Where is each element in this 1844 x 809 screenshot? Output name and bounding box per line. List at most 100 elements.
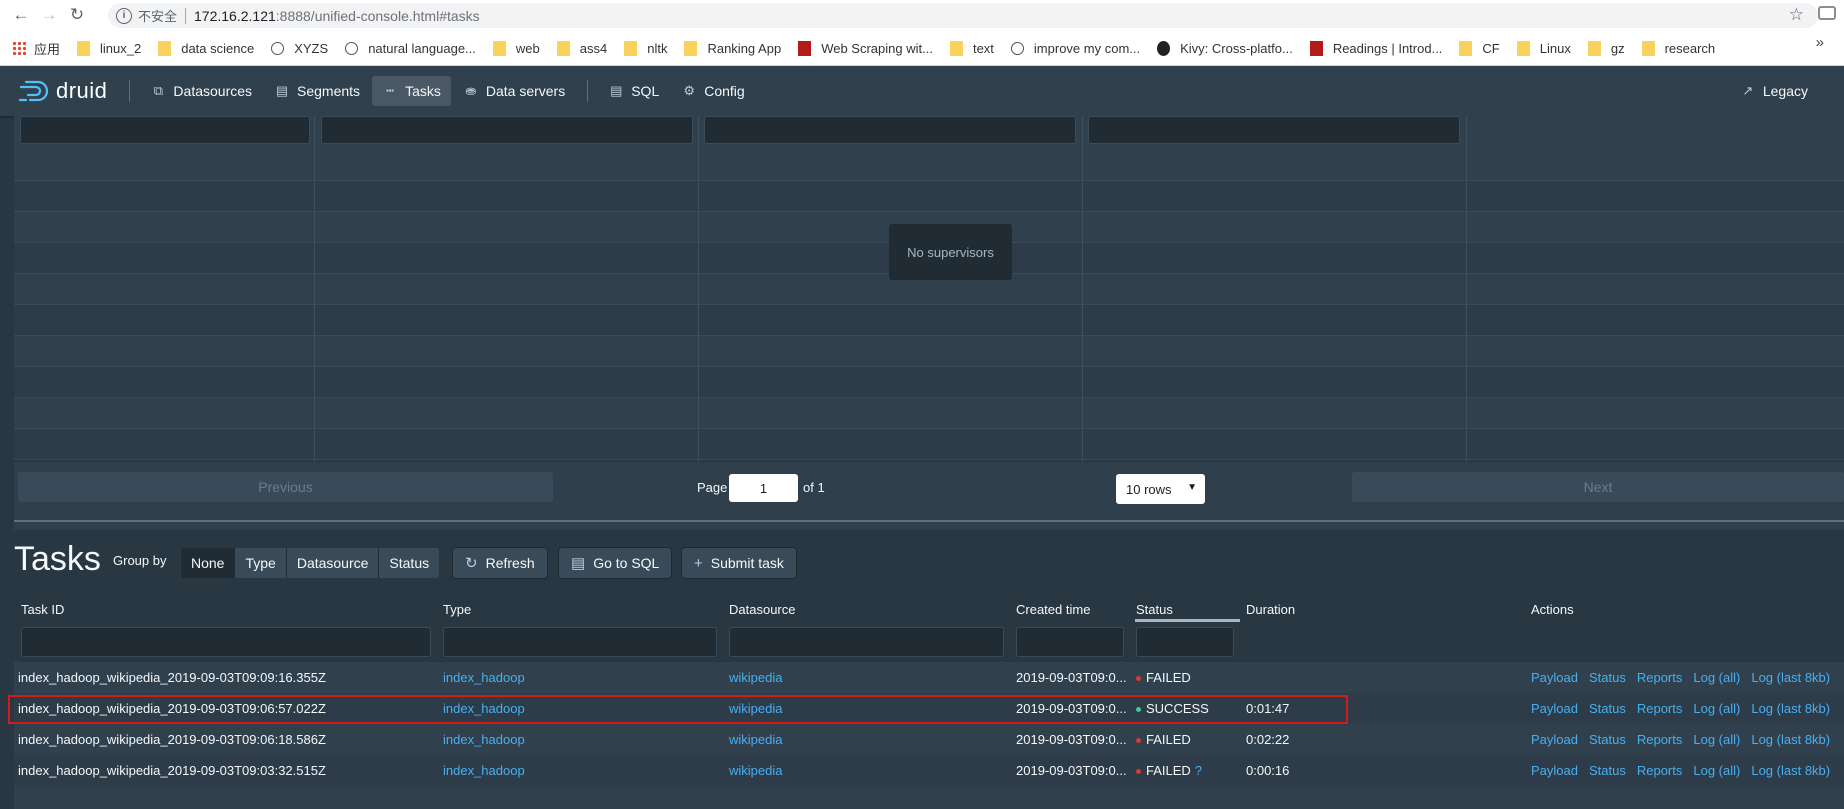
bookmark-item[interactable]: 应用 [12, 39, 60, 58]
bookmark-item[interactable]: XYZS [271, 41, 328, 56]
back-arrow-icon[interactable]: ← [8, 2, 34, 28]
more-bookmarks-icon[interactable]: » [1816, 34, 1824, 51]
datasource-link[interactable]: wikipedia [729, 763, 782, 778]
column-header-task-id[interactable]: Task ID [21, 602, 64, 617]
supervisors-table: No supervisors Previous Page 1 of 1 10 r… [14, 116, 1844, 530]
type-link[interactable]: index_hadoop [443, 732, 525, 747]
group-datasource-button[interactable]: Datasource [286, 548, 380, 578]
action-link[interactable]: Log (all) [1693, 670, 1740, 685]
task-id-cell: index_hadoop_wikipedia_2019-09-03T09:06:… [18, 732, 326, 747]
nav-config[interactable]: ⚙ Config [671, 76, 754, 106]
action-link[interactable]: Payload [1531, 670, 1578, 685]
help-icon[interactable]: ? [1195, 763, 1202, 778]
refresh-button[interactable]: ↻ Refresh [453, 548, 547, 578]
column-header-duration[interactable]: Duration [1246, 602, 1295, 617]
bookmark-item[interactable]: Kivy: Cross-platfo... [1157, 40, 1293, 56]
page-number-input[interactable]: 1 [729, 474, 798, 502]
bookmark-item[interactable]: gz [1587, 40, 1625, 56]
bookmark-item[interactable]: Web Scraping wit... [798, 40, 933, 56]
bookmark-item[interactable]: research [1641, 40, 1716, 56]
go-to-sql-button[interactable]: ▤ Go to SQL [559, 548, 672, 578]
bookmark-label: Kivy: Cross-platfo... [1180, 40, 1293, 56]
address-bar[interactable]: i 不安全 172.16.2.121:8888/unified-console.… [108, 3, 1818, 28]
action-link[interactable]: Log (last 8kb) [1751, 763, 1830, 778]
created-time-filter[interactable] [1016, 627, 1124, 657]
type-link[interactable]: index_hadoop [443, 763, 525, 778]
type-filter[interactable] [443, 627, 717, 657]
table-row[interactable]: index_hadoop_wikipedia_2019-09-03T09:06:… [14, 724, 1844, 755]
action-link[interactable]: Log (last 8kb) [1751, 670, 1830, 685]
bookmark-item[interactable]: data science [158, 40, 254, 56]
camera-icon[interactable] [1818, 6, 1836, 20]
external-link-icon: ↗ [1742, 83, 1754, 98]
bookmark-item[interactable]: Linux [1516, 40, 1571, 56]
datasource-filter[interactable] [729, 627, 1004, 657]
bookmark-item[interactable]: Readings | Introd... [1309, 40, 1442, 56]
bookmark-item[interactable]: nltk [624, 40, 667, 56]
group-status-button[interactable]: Status [379, 548, 440, 578]
action-link[interactable]: Log (all) [1693, 701, 1740, 716]
nav-datasources[interactable]: ⧉ Datasources [140, 76, 262, 106]
bookmark-label: research [1664, 40, 1716, 56]
column-header-created-time[interactable]: Created time [1016, 602, 1090, 617]
bookmarks-bar: 应用 linux_2 data science XYZS natural languag… [0, 31, 1844, 66]
supervisor-filter-input[interactable] [20, 116, 310, 144]
action-link[interactable]: Log (last 8kb) [1751, 701, 1830, 716]
previous-button[interactable]: Previous [18, 472, 553, 502]
splitter[interactable] [14, 520, 1844, 522]
nav-legacy[interactable]: ↗ Legacy [1730, 76, 1818, 106]
group-none-button[interactable]: None [181, 548, 236, 578]
action-link[interactable]: Status [1589, 732, 1626, 747]
action-link[interactable]: Payload [1531, 732, 1578, 747]
nav-segments[interactable]: ▤ Segments [264, 76, 370, 106]
bookmark-item[interactable]: text [949, 40, 994, 56]
forward-arrow-icon[interactable]: → [36, 2, 62, 28]
status-filter[interactable] [1136, 627, 1234, 657]
submit-task-button[interactable]: + Submit task [682, 548, 796, 578]
folder-icon [949, 40, 963, 56]
info-icon[interactable]: i [116, 7, 132, 24]
supervisor-filter-input[interactable] [1088, 116, 1460, 144]
table-row[interactable]: index_hadoop_wikipedia_2019-09-03T09:03:… [14, 755, 1844, 786]
bookmark-item[interactable]: improve my com... [1010, 41, 1140, 56]
column-header-status[interactable]: Status [1136, 602, 1173, 617]
action-link[interactable]: Payload [1531, 701, 1578, 716]
action-link[interactable]: Status [1589, 670, 1626, 685]
action-link[interactable]: Payload [1531, 763, 1578, 778]
action-link[interactable]: Status [1589, 701, 1626, 716]
table-row[interactable]: index_hadoop_wikipedia_2019-09-03T09:09:… [14, 662, 1844, 693]
nav-data-servers[interactable]: ⛂ Data servers [453, 76, 575, 106]
supervisor-filter-input[interactable] [321, 116, 693, 144]
action-link[interactable]: Status [1589, 763, 1626, 778]
action-link[interactable]: Reports [1637, 701, 1683, 716]
bookmark-item[interactable]: natural language... [345, 41, 476, 56]
action-link[interactable]: Reports [1637, 732, 1683, 747]
datasource-link[interactable]: wikipedia [729, 732, 782, 747]
bookmark-label: linux_2 [100, 40, 142, 56]
rows-per-page-select[interactable]: 10 rows ▼ [1116, 474, 1205, 504]
supervisor-filter-input[interactable] [704, 116, 1076, 144]
action-link[interactable]: Reports [1637, 670, 1683, 685]
bookmark-item[interactable]: web [492, 40, 540, 56]
bookmark-item[interactable]: Ranking App [684, 40, 781, 56]
bookmark-item[interactable]: CF [1459, 40, 1500, 56]
bookmark-item[interactable]: ass4 [556, 40, 607, 56]
nav-tasks[interactable]: ┅ Tasks [372, 76, 451, 106]
action-link[interactable]: Reports [1637, 763, 1683, 778]
type-link[interactable]: index_hadoop [443, 670, 525, 685]
reload-icon[interactable]: ↻ [64, 2, 90, 28]
refresh-label: Refresh [485, 555, 535, 571]
action-link[interactable]: Log (all) [1693, 763, 1740, 778]
bookmark-star-icon[interactable]: ☆ [1789, 5, 1804, 25]
group-type-button[interactable]: Type [235, 548, 287, 578]
druid-logo[interactable]: druid [18, 78, 107, 104]
task-id-filter[interactable] [21, 627, 431, 657]
next-button[interactable]: Next [1352, 472, 1844, 502]
action-link[interactable]: Log (all) [1693, 732, 1740, 747]
column-header-datasource[interactable]: Datasource [729, 602, 795, 617]
nav-sql[interactable]: ▤ SQL [598, 76, 669, 106]
action-link[interactable]: Log (last 8kb) [1751, 732, 1830, 747]
datasource-link[interactable]: wikipedia [729, 670, 782, 685]
column-header-type[interactable]: Type [443, 602, 471, 617]
bookmark-item[interactable]: linux_2 [77, 40, 142, 56]
